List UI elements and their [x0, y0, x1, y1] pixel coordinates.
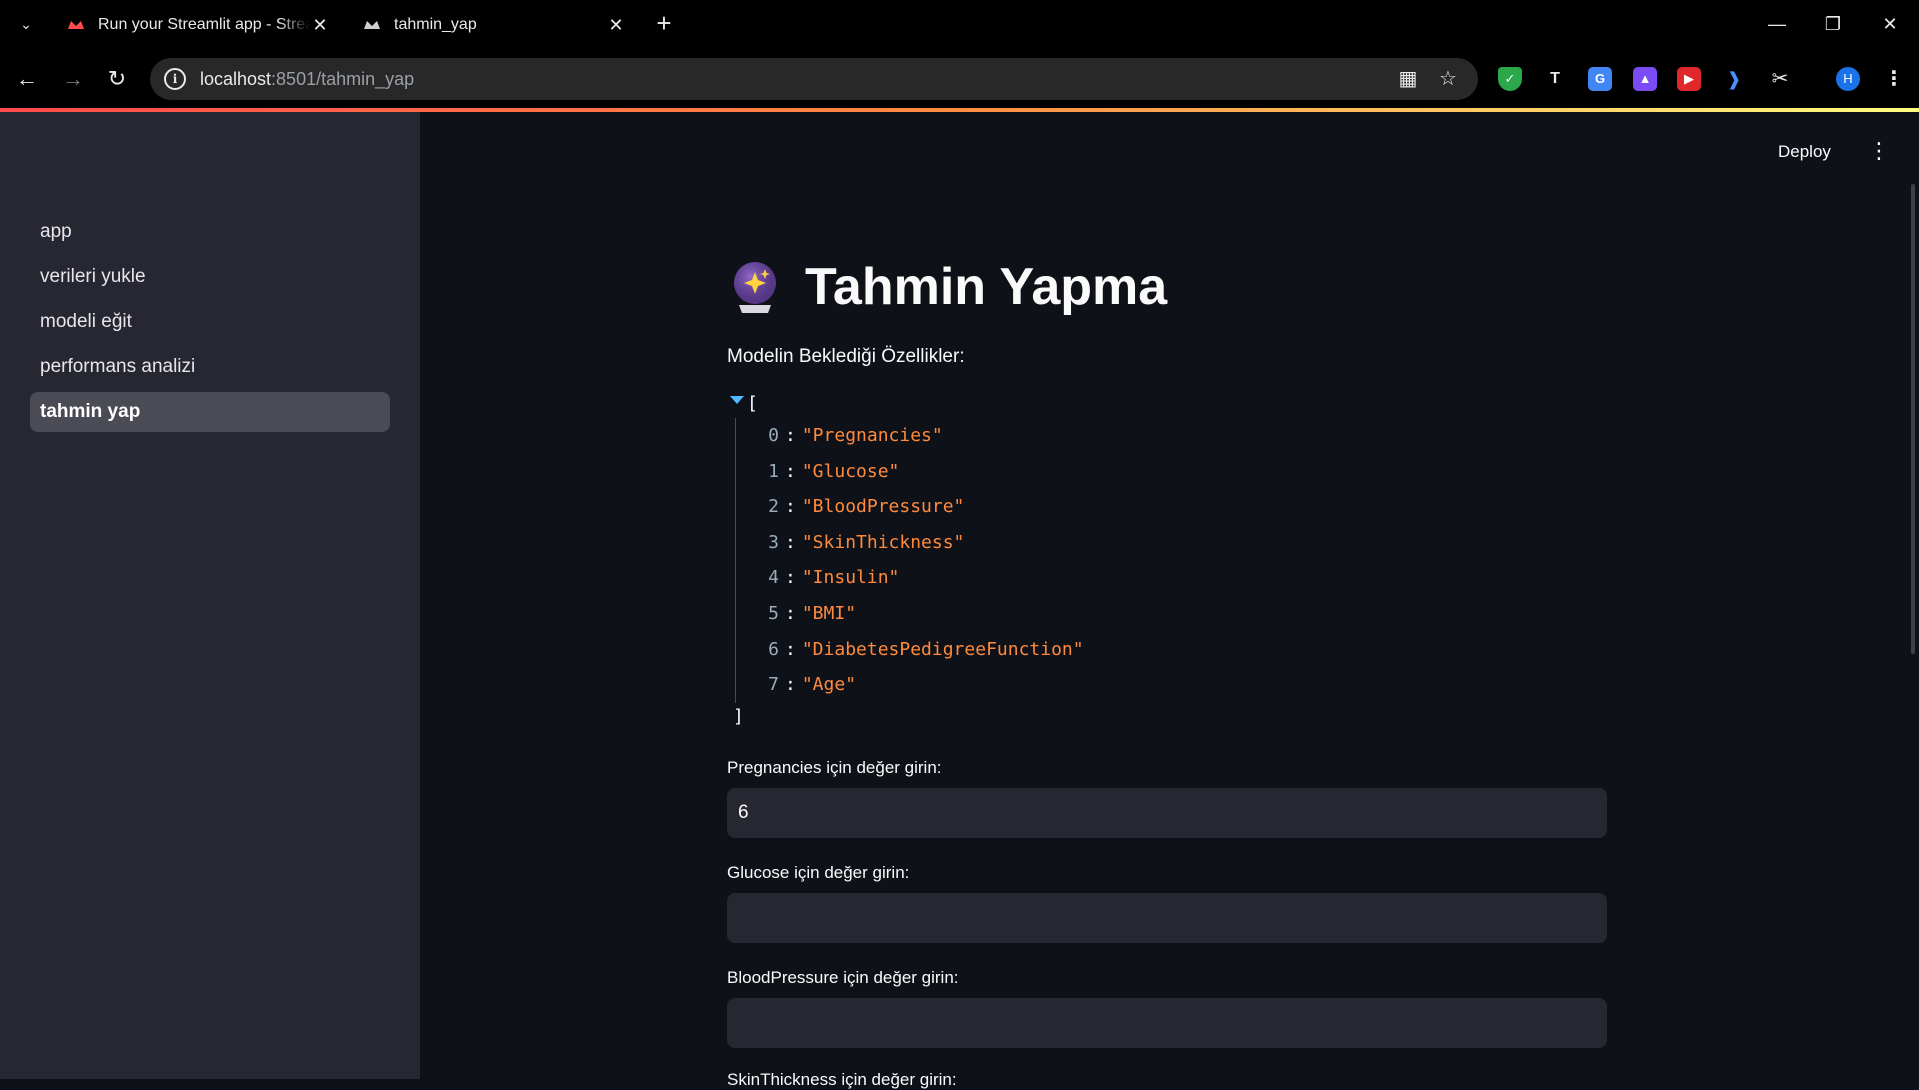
browser-tab-tahmin-yap[interactable]: tahmin_yap ✕ [348, 8, 640, 42]
back-arrow-icon[interactable]: ← [14, 66, 40, 92]
minimize-window-icon[interactable]: — [1762, 10, 1792, 38]
address-bar[interactable]: i localhost:8501/tahmin_yap ▦ ☆ [150, 58, 1478, 100]
browser-tab-bar: ⌄ Run your Streamlit app - Streamlit ✕ t… [0, 0, 1919, 50]
sidebar-item-performans-analizi[interactable]: performans analizi [30, 347, 390, 387]
json-item: 0: "Pregnancies" [761, 418, 1607, 454]
audio-extension-icon[interactable]: ❱ [1722, 67, 1746, 91]
streamlit-favicon-icon [68, 21, 84, 29]
tab-title: Run your Streamlit app - Streamlit [98, 16, 310, 33]
purple-extension-icon[interactable]: ▲ [1633, 67, 1657, 91]
bookmark-star-icon[interactable]: ☆ [1436, 67, 1460, 91]
json-item: 7: "Age" [761, 667, 1607, 703]
browser-menu-icon[interactable]: ⋮ [1882, 67, 1906, 91]
close-window-icon[interactable]: ✕ [1875, 10, 1905, 38]
json-value: "Age" [801, 674, 857, 696]
deploy-button[interactable]: Deploy [1778, 142, 1831, 162]
sidebar-item-app[interactable]: app [30, 212, 390, 252]
google-translate-extension-icon[interactable]: G [1588, 67, 1612, 91]
json-index: 7 [768, 674, 779, 696]
collapse-caret-icon[interactable] [730, 396, 744, 404]
json-viewer: [ 0: "Pregnancies" 1: "Glucose" 2: "BloodPr… [727, 390, 1607, 731]
forward-arrow-icon[interactable]: → [60, 66, 86, 92]
sidebar-item-modeli-egit[interactable]: modeli eğit [30, 302, 390, 342]
json-index: 2 [768, 496, 779, 518]
tab-title: tahmin_yap [394, 16, 477, 33]
streamlit-favicon-icon [364, 21, 380, 29]
sidebar-item-tahmin-yap[interactable]: tahmin yap [30, 392, 390, 432]
json-item: 5: "BMI" [761, 596, 1607, 632]
json-open-bracket: [ [727, 390, 1607, 418]
json-value: "DiabetesPedigreeFunction" [801, 638, 1084, 660]
tab-search-chevron-icon[interactable]: ⌄ [14, 12, 38, 36]
json-item: 2: "BloodPressure" [761, 489, 1607, 525]
json-item: 3: "SkinThickness" [761, 525, 1607, 561]
tab-close-icon[interactable]: ✕ [310, 15, 330, 35]
sidebar-nav: app verileri yukle modeli eğit performan… [30, 212, 390, 437]
url-text[interactable]: localhost:8501/tahmin_yap [200, 69, 414, 90]
json-index: 1 [768, 460, 779, 482]
url-path: :8501/tahmin_yap [271, 68, 415, 89]
skinthickness-label: SkinThickness için değer girin: [727, 1070, 957, 1089]
bloodpressure-label: BloodPressure için değer girin: [727, 968, 959, 987]
streamlit-app: app verileri yukle modeli eğit performan… [0, 112, 1919, 1089]
json-value: "SkinThickness" [801, 531, 965, 553]
youtube-extension-icon[interactable]: ▶ [1677, 67, 1701, 91]
json-value: "BMI" [801, 602, 857, 624]
json-value: "Pregnancies" [801, 425, 943, 446]
json-index: 3 [768, 531, 779, 553]
translate-icon[interactable]: ▦ [1396, 67, 1420, 91]
json-index: 6 [768, 638, 779, 660]
json-item: 4: "Insulin" [761, 560, 1607, 596]
site-info-icon[interactable]: i [164, 68, 186, 90]
page-title-text: Tahmin Yapma [805, 258, 1168, 316]
sidebar-item-verileri-yukle[interactable]: verileri yukle [30, 257, 390, 297]
scrollbar-thumb[interactable] [1911, 184, 1915, 654]
pregnancies-input-group: Pregnancies için değer girin: [727, 756, 1607, 838]
sidebar: app verileri yukle modeli eğit performan… [0, 112, 420, 1079]
features-caption: Modelin Beklediği Özellikler: [727, 346, 965, 367]
glucose-input-group: Glucose için değer girin: [727, 861, 1607, 943]
json-value: "Insulin" [801, 567, 900, 589]
json-close-bracket: ] [733, 705, 744, 727]
page-title: Tahmin Yapma [727, 252, 1607, 322]
json-open-bracket-text: [ [747, 393, 758, 414]
bloodpressure-input[interactable] [727, 998, 1607, 1048]
tab-close-icon[interactable]: ✕ [606, 15, 626, 35]
crystal-ball-icon [734, 262, 776, 313]
pregnancies-label: Pregnancies için değer girin: [727, 758, 942, 777]
browser-toolbar: ← → ↻ i localhost:8501/tahmin_yap ▦ ☆ ✓ … [0, 50, 1919, 108]
glucose-label: Glucose için değer girin: [727, 863, 910, 882]
main-content: Deploy ⋮ Tahmin Yapma Modelin Beklediği … [420, 112, 1919, 1089]
json-index: 0 [768, 425, 779, 446]
scrollbar[interactable] [1911, 184, 1915, 1079]
json-index: 5 [768, 602, 779, 624]
json-value: "Glucose" [801, 460, 900, 482]
json-item: 1: "Glucose" [761, 454, 1607, 490]
shield-extension-icon[interactable]: ✓ [1498, 67, 1522, 91]
new-tab-plus-icon[interactable]: + [652, 10, 676, 36]
glucose-input[interactable] [727, 893, 1607, 943]
restore-window-icon[interactable]: ❐ [1818, 10, 1848, 38]
main-menu-icon[interactable]: ⋮ [1868, 138, 1890, 164]
browser-tab-streamlit-docs[interactable]: Run your Streamlit app - Streamlit ✕ [52, 8, 344, 42]
json-array-body: 0: "Pregnancies" 1: "Glucose" 2: "BloodPres… [735, 418, 1607, 703]
json-index: 4 [768, 567, 779, 589]
json-value: "BloodPressure" [801, 496, 965, 518]
json-item: 6: "DiabetesPedigreeFunction" [761, 632, 1607, 668]
dictionary-extension-icon[interactable]: Т [1543, 67, 1567, 91]
pregnancies-input[interactable] [727, 788, 1607, 838]
extensions-puzzle-icon[interactable]: ✂ [1768, 67, 1792, 91]
profile-avatar[interactable]: H [1836, 67, 1860, 91]
bloodpressure-input-group: BloodPressure için değer girin: [727, 966, 1607, 1048]
url-host: localhost [200, 68, 272, 89]
reload-icon[interactable]: ↻ [104, 66, 130, 92]
